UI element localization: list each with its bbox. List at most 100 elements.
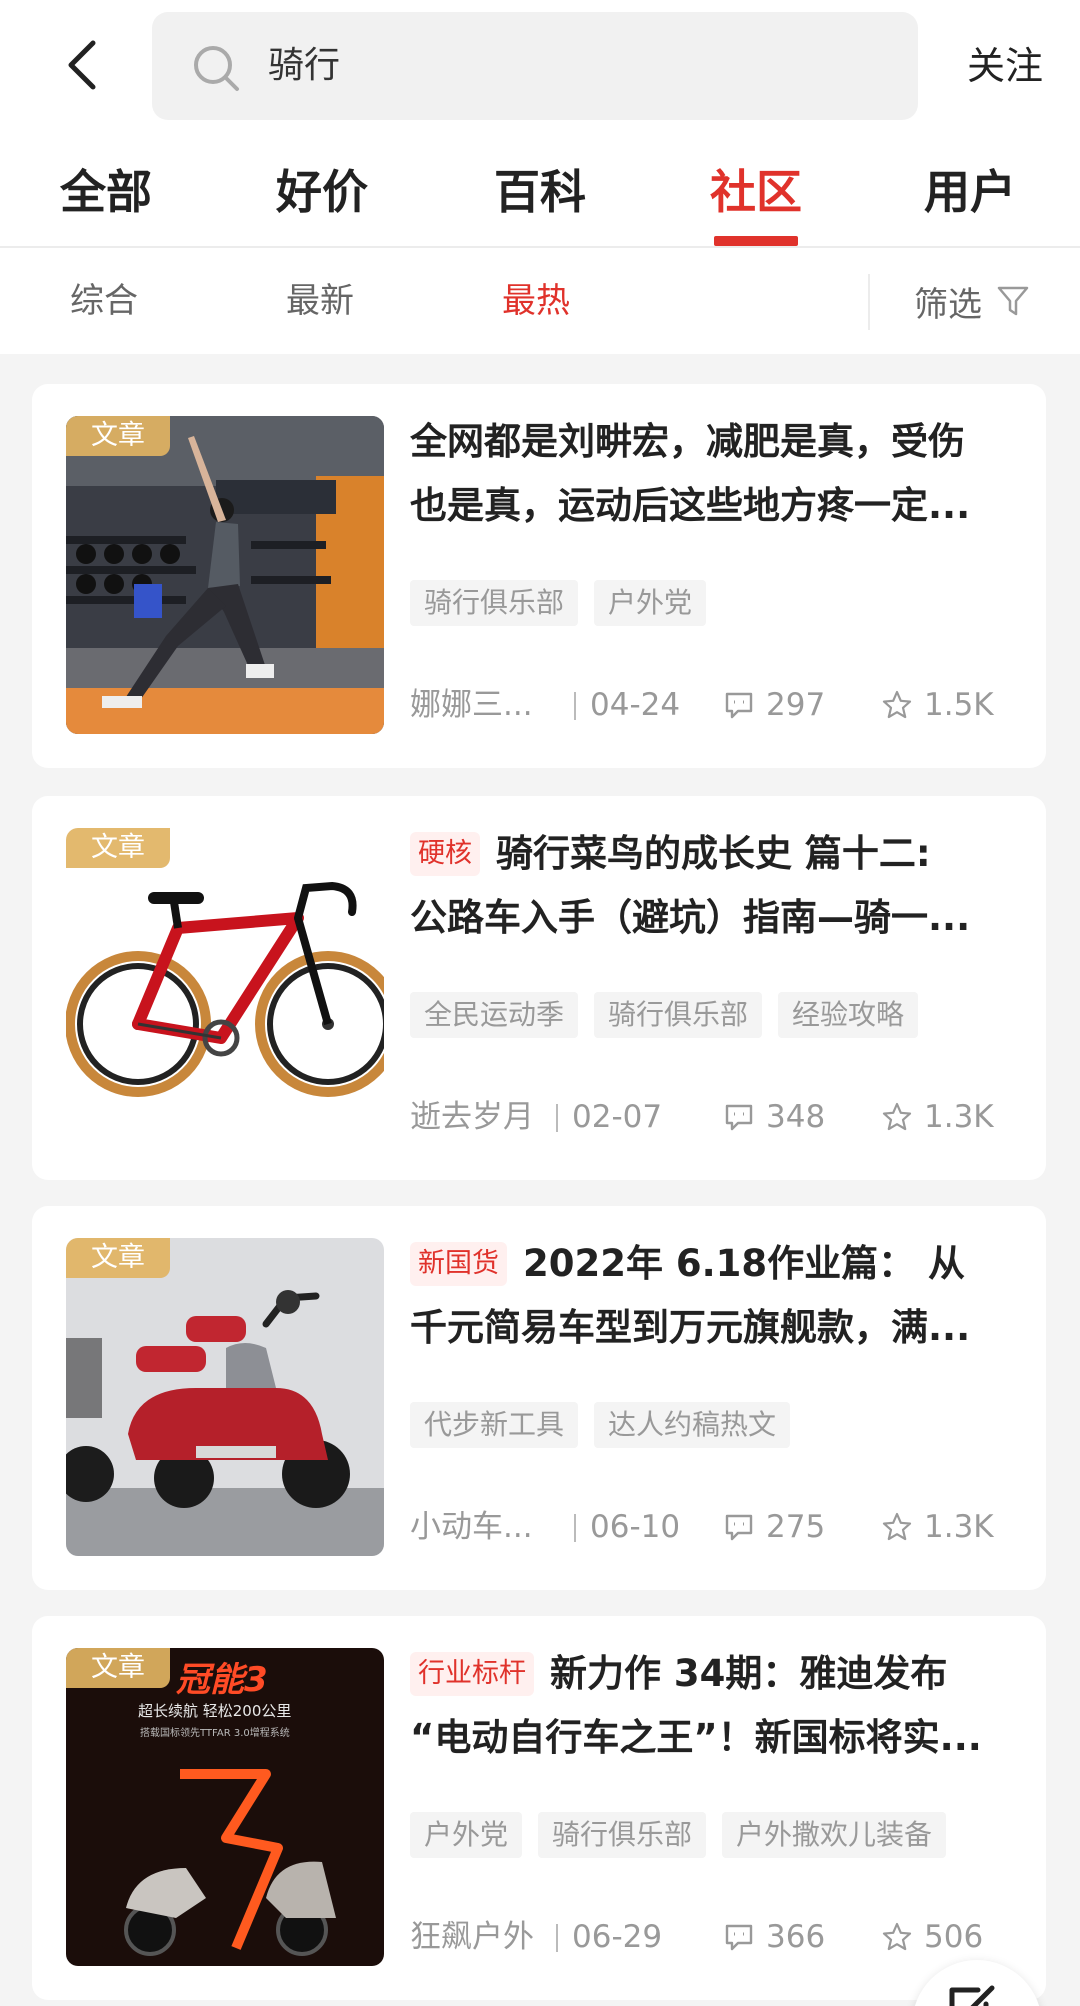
comment-count: 297 bbox=[766, 687, 826, 723]
post-meta: 狂飙户外 06-29 366 506 bbox=[410, 1914, 1030, 1960]
road-bike-image bbox=[66, 828, 384, 1146]
post-card[interactable]: 冠能3 超长续航 轻松200公里 搭载国标领先TTFAR 3.0增程系统 文章 … bbox=[32, 1616, 1046, 2000]
top-bar: 骑行 关注 全部 好价 百科 社区 用户 综合 最新 最热 筛选 bbox=[0, 0, 1080, 354]
star-count: 1.3K bbox=[924, 1509, 994, 1545]
comment-icon bbox=[725, 1104, 753, 1131]
type-badge: 文章 bbox=[66, 416, 170, 456]
brand-text: 冠能3 bbox=[176, 1660, 268, 1700]
slogan-text: 超长续航 轻松200公里 bbox=[138, 1702, 292, 1720]
post-title-line: 全网都是刘畊宏，减肥是真，受伤 bbox=[410, 420, 965, 463]
filter-funnel-icon bbox=[997, 286, 1029, 316]
post-card[interactable]: 文章 硬核 骑行菜鸟的成长史 篇十二: 公路车入手（避坑）指南—骑一... 全民运… bbox=[32, 796, 1046, 1180]
topic-tag[interactable]: 代步新工具 bbox=[410, 1402, 579, 1448]
post-thumbnail: 文章 bbox=[66, 828, 384, 1146]
divider bbox=[574, 1514, 576, 1542]
topic-tag[interactable]: 全民运动季 bbox=[410, 992, 579, 1038]
post-thumbnail: 文章 bbox=[66, 416, 384, 734]
post-meta: 娜娜三... 04-24 297 1.5K bbox=[410, 682, 1030, 728]
post-meta: 小动车... 06-10 275 1.3K bbox=[410, 1504, 1030, 1550]
post-tags: 全民运动季 骑行俱乐部 经验攻略 bbox=[410, 992, 934, 1038]
topic-tag[interactable]: 达人约稿热文 bbox=[594, 1402, 791, 1448]
tab-community[interactable]: 社区 bbox=[666, 150, 846, 234]
post-date: 06-29 bbox=[572, 1919, 663, 1955]
type-badge: 文章 bbox=[66, 1238, 170, 1278]
title-tag: 行业标杆 bbox=[410, 1652, 534, 1696]
edit-icon bbox=[949, 1985, 995, 2006]
title-tag: 硬核 bbox=[410, 832, 480, 876]
divider bbox=[556, 1104, 558, 1132]
back-button[interactable] bbox=[48, 30, 118, 100]
follow-button[interactable]: 关注 bbox=[940, 38, 1070, 94]
comment-count: 348 bbox=[766, 1099, 826, 1135]
gym-photo-image bbox=[66, 416, 384, 734]
tab-deals[interactable]: 好价 bbox=[232, 150, 412, 234]
title-tag: 新国货 bbox=[410, 1242, 507, 1286]
search-input[interactable]: 骑行 bbox=[152, 12, 918, 120]
topic-tag[interactable]: 骑行俱乐部 bbox=[410, 580, 579, 626]
divider bbox=[868, 274, 870, 330]
sort-tabs: 综合 最新 最热 筛选 bbox=[0, 248, 1080, 354]
comment-icon bbox=[725, 692, 753, 719]
post-date: 02-07 bbox=[572, 1099, 663, 1135]
sort-hottest[interactable]: 最热 bbox=[502, 274, 570, 328]
comment-icon bbox=[725, 1514, 753, 1541]
post-title-line: 新力作 34期：雅迪发布 bbox=[550, 1652, 948, 1695]
star-icon[interactable] bbox=[882, 690, 912, 720]
fineprint-text: 搭载国标领先TTFAR 3.0增程系统 bbox=[140, 1728, 290, 1739]
post-title-line: 也是真，运动后这些地方疼一定... bbox=[410, 484, 971, 527]
star-icon[interactable] bbox=[882, 1512, 912, 1542]
topic-tag[interactable]: 骑行俱乐部 bbox=[538, 1812, 707, 1858]
topic-tag[interactable]: 户外党 bbox=[594, 580, 707, 626]
author-name[interactable]: 逝去岁月 bbox=[410, 1094, 534, 1140]
search-query: 骑行 bbox=[268, 45, 341, 86]
type-badge: 文章 bbox=[66, 1648, 170, 1688]
author-name[interactable]: 娜娜三... bbox=[410, 682, 533, 728]
author-name[interactable]: 狂飙户外 bbox=[410, 1914, 534, 1960]
star-count: 506 bbox=[924, 1919, 984, 1955]
category-tabs: 全部 好价 百科 社区 用户 bbox=[0, 150, 1080, 246]
post-date: 04-24 bbox=[590, 687, 681, 723]
filter-label: 筛选 bbox=[914, 284, 982, 325]
comment-count: 366 bbox=[766, 1919, 826, 1955]
post-date: 06-10 bbox=[590, 1509, 681, 1545]
post-tags: 骑行俱乐部 户外党 bbox=[410, 580, 722, 626]
divider bbox=[574, 692, 576, 720]
topic-tag[interactable]: 骑行俱乐部 bbox=[594, 992, 763, 1038]
post-title[interactable]: 硬核 骑行菜鸟的成长史 篇十二: 公路车入手（避坑）指南—骑一... bbox=[410, 822, 1016, 950]
post-title-line: “电动自行车之王”！新国标将实... bbox=[410, 1716, 982, 1759]
post-card[interactable]: 文章 新国货 2022年 6.18作业篇： 从 千元简易车型到万元旗舰款，满...… bbox=[32, 1206, 1046, 1590]
author-name[interactable]: 小动车... bbox=[410, 1504, 533, 1550]
post-meta: 逝去岁月 02-07 348 1.3K bbox=[410, 1094, 1030, 1140]
tab-all[interactable]: 全部 bbox=[16, 150, 196, 234]
post-title-line: 公路车入手（避坑）指南—骑一... bbox=[410, 896, 971, 939]
post-card[interactable]: 文章 全网都是刘畊宏，减肥是真，受伤 也是真，运动后这些地方疼一定... 骑行俱… bbox=[32, 384, 1046, 768]
tab-encyclopedia[interactable]: 百科 bbox=[450, 150, 630, 234]
topic-tag[interactable]: 户外撒欢儿装备 bbox=[722, 1812, 947, 1858]
star-count: 1.3K bbox=[924, 1099, 994, 1135]
filter-button[interactable]: 筛选 bbox=[914, 274, 1030, 328]
post-thumbnail: 文章 bbox=[66, 1238, 384, 1556]
divider bbox=[556, 1924, 558, 1952]
comment-count: 275 bbox=[766, 1509, 826, 1545]
post-title-line: 骑行菜鸟的成长史 篇十二: bbox=[496, 832, 931, 875]
post-title-line: 2022年 6.18作业篇： 从 bbox=[523, 1242, 966, 1285]
topic-tag[interactable]: 经验攻略 bbox=[778, 992, 919, 1038]
star-count: 1.5K bbox=[924, 687, 994, 723]
post-title-line: 千元简易车型到万元旗舰款，满... bbox=[410, 1306, 971, 1349]
star-icon[interactable] bbox=[882, 1102, 912, 1132]
post-thumbnail: 冠能3 超长续航 轻松200公里 搭载国标领先TTFAR 3.0增程系统 文章 bbox=[66, 1648, 384, 1966]
active-tab-indicator bbox=[714, 236, 798, 246]
type-badge: 文章 bbox=[66, 828, 170, 868]
search-icon bbox=[194, 46, 239, 91]
star-icon[interactable] bbox=[882, 1922, 912, 1952]
back-arrow-icon bbox=[68, 40, 96, 90]
post-title[interactable]: 全网都是刘畊宏，减肥是真，受伤 也是真，运动后这些地方疼一定... bbox=[410, 410, 1016, 538]
tab-users[interactable]: 用户 bbox=[880, 150, 1060, 234]
post-tags: 户外党 骑行俱乐部 户外撒欢儿装备 bbox=[410, 1812, 962, 1858]
sort-comprehensive[interactable]: 综合 bbox=[70, 274, 138, 328]
post-tags: 代步新工具 达人约稿热文 bbox=[410, 1402, 806, 1448]
post-title[interactable]: 行业标杆 新力作 34期：雅迪发布 “电动自行车之王”！新国标将实... bbox=[410, 1642, 1016, 1770]
topic-tag[interactable]: 户外党 bbox=[410, 1812, 523, 1858]
post-title[interactable]: 新国货 2022年 6.18作业篇： 从 千元简易车型到万元旗舰款，满... bbox=[410, 1232, 1016, 1360]
sort-latest[interactable]: 最新 bbox=[286, 274, 354, 328]
